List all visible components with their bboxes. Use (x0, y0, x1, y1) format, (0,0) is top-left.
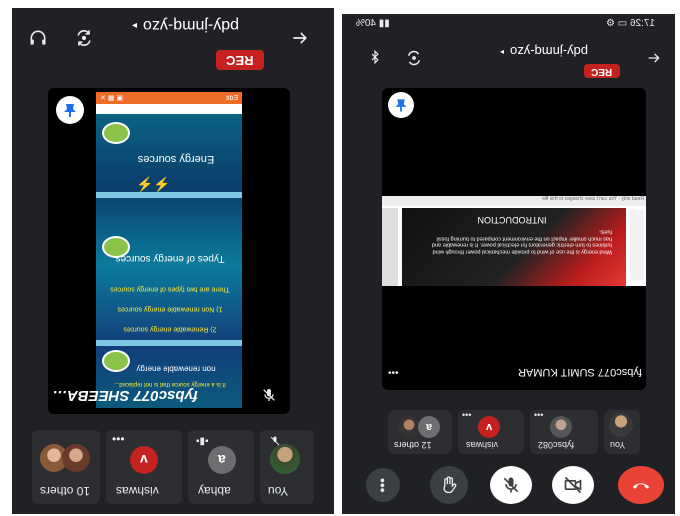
audio-level-icon: ▪▮▪ (196, 436, 209, 447)
slide-block2-line2: 1) Non renewable energy sources (117, 305, 223, 313)
slide-block2-line3: 2) Renewable energy sources (123, 325, 217, 333)
slide-content: ✕ ▦ ▣ Edit Energy sources ⚡⚡ Types of ene… (96, 92, 242, 408)
avatar-abhay: a (208, 446, 236, 474)
status-battery: 40% ▮▮ (356, 18, 390, 29)
raise-hand-button[interactable] (430, 466, 468, 504)
participant-tile-you[interactable]: You (604, 410, 640, 454)
participant-name: abhay (198, 484, 231, 498)
more-options-icon[interactable]: ••• (462, 410, 471, 420)
slide-body: INTRODUCTION Wind energy is the use of w… (402, 208, 626, 286)
slide-block2-line1: There are two types of energy sources (110, 285, 230, 293)
participant-name: 10 others (40, 484, 91, 498)
leaf-logo (102, 122, 130, 144)
pin-icon[interactable] (388, 92, 414, 118)
more-options-icon[interactable]: ••• (534, 410, 543, 420)
meeting-title[interactable]: ◂ pdy-jnmq-yzo (500, 42, 620, 60)
presenter-label: fybsc077 SHEEBA… (52, 386, 198, 404)
participant-tile-fybsc082[interactable]: ••• fybsc082 (530, 410, 598, 454)
arrow-right-icon[interactable] (288, 26, 312, 50)
participant-name: 12 others (394, 440, 432, 450)
switch-camera-icon[interactable] (404, 48, 424, 68)
mic-off-icon (258, 384, 280, 406)
participant-name: You (268, 484, 289, 498)
camera-off-icon (564, 476, 582, 494)
participant-name: You (610, 440, 626, 450)
mic-off-icon (503, 477, 519, 493)
meeting-code: pdy-jnmq-yzo (510, 43, 589, 59)
presenter-label: fybsc077 SUMIT KUMAR (518, 366, 642, 378)
more-options-button[interactable]: ••• (366, 468, 400, 502)
slide-title: INTRODUCTION (477, 214, 547, 225)
rec-badge: REC (584, 64, 620, 78)
participant-name: vishwas (466, 440, 499, 450)
participant-tile-vishwas[interactable]: ••• v vishwas (458, 410, 524, 454)
presentation-tile[interactable]: Read only - You can't save changes to th… (382, 88, 646, 390)
hand-icon (443, 476, 457, 494)
more-options-icon[interactable]: ••• (388, 368, 399, 379)
slide-block3-title: non renewable energy (136, 364, 216, 374)
avatar-you (270, 444, 300, 474)
meeting-title[interactable]: ◂ pdy-jnmq-yzo (132, 14, 272, 36)
presentation-tile[interactable]: ✕ ▦ ▣ Edit Energy sources ⚡⚡ Types of ene… (48, 88, 290, 414)
lightning-icon: ⚡⚡ (136, 176, 171, 192)
mic-toggle-button[interactable] (490, 466, 532, 504)
phone-hangup-icon (632, 483, 650, 489)
participant-tile-vishwas[interactable]: ••• v vishwas (106, 430, 182, 504)
slide-content: Read only - You can't save changes to th… (382, 196, 646, 286)
slide-toolbar: ✕ ▦ ▣ Edit (96, 92, 242, 104)
status-time: ⚙ ▭ 17:26 (606, 18, 656, 29)
avatar-other2: a (418, 416, 440, 438)
end-call-button[interactable] (618, 466, 664, 504)
participant-tile-others[interactable]: 10 others (32, 430, 100, 504)
rec-badge: REC (216, 50, 264, 70)
more-options-icon[interactable]: ••• (112, 432, 125, 446)
avatar-other1 (398, 416, 420, 438)
participant-name: vishwas (116, 484, 159, 498)
slide-block2-title: Types of energy sources (115, 253, 225, 264)
participant-name: fybsc082 (538, 440, 575, 450)
pin-icon[interactable] (56, 96, 84, 124)
avatar-you (609, 413, 633, 437)
slide-notice: Read only - You can't save changes to th… (382, 196, 646, 206)
left-meet-screen: ◂ pdy-jnmq-yzo REC ✕ ▦ ▣ Edit Energy sour… (12, 8, 334, 514)
avatar-vishwas: v (478, 416, 500, 438)
avatar-other2 (62, 444, 90, 472)
headphones-icon[interactable] (26, 26, 50, 50)
switch-camera-icon[interactable] (72, 26, 96, 50)
arrow-right-icon[interactable] (644, 48, 664, 68)
slide-block1: Energy sources (137, 153, 215, 166)
avatar-fybsc082 (550, 416, 572, 438)
avatar-vishwas: v (130, 446, 158, 474)
participant-tile-you[interactable]: You (260, 430, 314, 504)
participant-tile-others[interactable]: a 12 others (388, 410, 452, 454)
meeting-code: pdy-jnmq-yzo (143, 17, 240, 34)
bluetooth-icon[interactable] (366, 48, 384, 66)
slide-text: Wind energy is the use of wind to provid… (431, 228, 612, 255)
right-meet-screen: 40% ▮▮ ⚙ ▭ 17:26 ◂ pdy-jnmq-yzo REC Read… (342, 14, 675, 514)
participant-tile-abhay[interactable]: ▪▮▪ a abhay (188, 430, 254, 504)
camera-toggle-button[interactable] (552, 466, 594, 504)
